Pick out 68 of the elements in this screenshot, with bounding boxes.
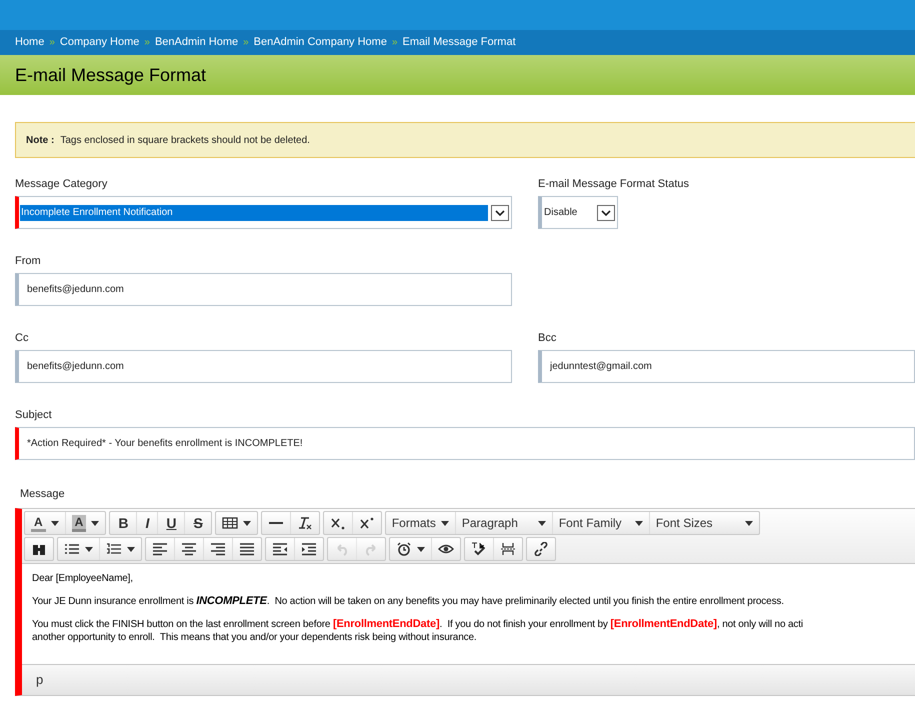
note-label: Note :: [26, 134, 54, 148]
text-field[interactable]: *Action Required* - Your benefits enrollment is INCOMPLETE!: [15, 427, 915, 460]
subscript-icon: [330, 516, 346, 530]
format-dropdown[interactable]: Paragraph: [454, 512, 552, 534]
toolbar-button[interactable]: A: [25, 512, 65, 534]
caret-icon: [744, 520, 753, 526]
caret-icon: [91, 520, 100, 526]
caret-icon: [491, 204, 509, 220]
breadcrumb-link[interactable]: BenAdmin Company Home: [254, 34, 387, 51]
clear-formatting-icon: [296, 516, 313, 530]
field-label: Message Category: [15, 177, 108, 192]
caret-icon: [440, 520, 449, 526]
element-path: p: [36, 671, 44, 690]
align-center-icon: [181, 542, 197, 556]
toolbar-button[interactable]: S: [184, 512, 211, 534]
table-icon: [222, 516, 238, 530]
toolbar-button[interactable]: I: [136, 512, 158, 534]
editor-paragraph: Dear [EmployeeName],: [32, 572, 133, 585]
toolbar-button[interactable]: A: [64, 512, 106, 534]
align-left-icon: [152, 542, 168, 556]
caret-icon: [634, 520, 643, 526]
superscript-icon: [358, 516, 375, 530]
field-label: E-mail Message Format Status: [538, 177, 690, 192]
field-label: Cc: [15, 331, 30, 346]
caret-icon: [597, 204, 615, 220]
align-right-icon: [210, 542, 226, 556]
text-field[interactable]: benefits@jedunn.com: [15, 273, 512, 306]
justify-icon: [239, 542, 255, 556]
breadcrumb-separator: »: [49, 36, 55, 50]
text-field[interactable]: benefits@jedunn.com: [15, 350, 512, 383]
breadcrumb-separator: »: [144, 36, 150, 50]
field-label: From: [15, 254, 42, 269]
caret-icon: [50, 520, 59, 526]
breadcrumb-link[interactable]: Company Home: [60, 34, 140, 51]
caret-icon: [242, 520, 251, 526]
dropdown[interactable]: Disable: [538, 196, 618, 229]
caret-icon: [127, 546, 135, 552]
page-title: E-mail Message Format: [15, 64, 206, 87]
bulleted-list-icon: [64, 542, 80, 556]
format-dropdown[interactable]: Font Sizes: [648, 512, 759, 534]
numbered-list-icon: [106, 542, 122, 556]
link-icon: [533, 542, 549, 556]
alarm-clock-icon: [396, 542, 412, 556]
breadcrumb-link[interactable]: BenAdmin Home: [154, 34, 238, 51]
toolbar-button[interactable]: U: [157, 512, 184, 534]
eye-icon: [438, 542, 454, 556]
field-label: Bcc: [538, 331, 558, 346]
breadcrumb-link[interactable]: Home: [15, 34, 44, 51]
format-dropdown[interactable]: Font Family: [552, 512, 649, 534]
caret-icon: [417, 546, 425, 552]
format-dropdown[interactable]: Formats: [386, 512, 455, 534]
field-label: Subject: [15, 408, 53, 423]
toolbar-button[interactable]: B: [110, 512, 136, 534]
indent-icon: [301, 542, 317, 556]
dropdown[interactable]: Incomplete Enrollment Notification: [15, 196, 512, 229]
breadcrumb-separator: »: [392, 36, 398, 50]
spellcheck-icon: [471, 542, 487, 556]
field-label: Message: [20, 487, 66, 502]
caret-icon: [538, 520, 546, 526]
note-text: Tags enclosed in square brackets should not be deleted.: [60, 134, 310, 148]
page-break-icon: [500, 542, 516, 556]
outdent-icon: [272, 542, 288, 556]
breadcrumb-separator: »: [243, 36, 249, 50]
editor-paragraph: You must click the FINISH button on the last enrollment screen before [EnrollmentEndDate]. If you do not finish your enrollment by [EnrollmentEndDate], not only will no acti another opportunity to enroll. This means that you and/or your dependents risk being without insurance.: [32, 618, 803, 644]
editor-paragraph: Your JE Dunn insurance enrollment is INCOMPLETE. No action will be taken on any benefits you may have preliminarily elected until you finish the entire enrollment process.: [32, 595, 784, 608]
breadcrumb-link[interactable]: Email Message Format: [402, 34, 516, 51]
caret-icon: [85, 546, 93, 552]
text-field[interactable]: jedunntest@gmail.com: [538, 350, 915, 383]
